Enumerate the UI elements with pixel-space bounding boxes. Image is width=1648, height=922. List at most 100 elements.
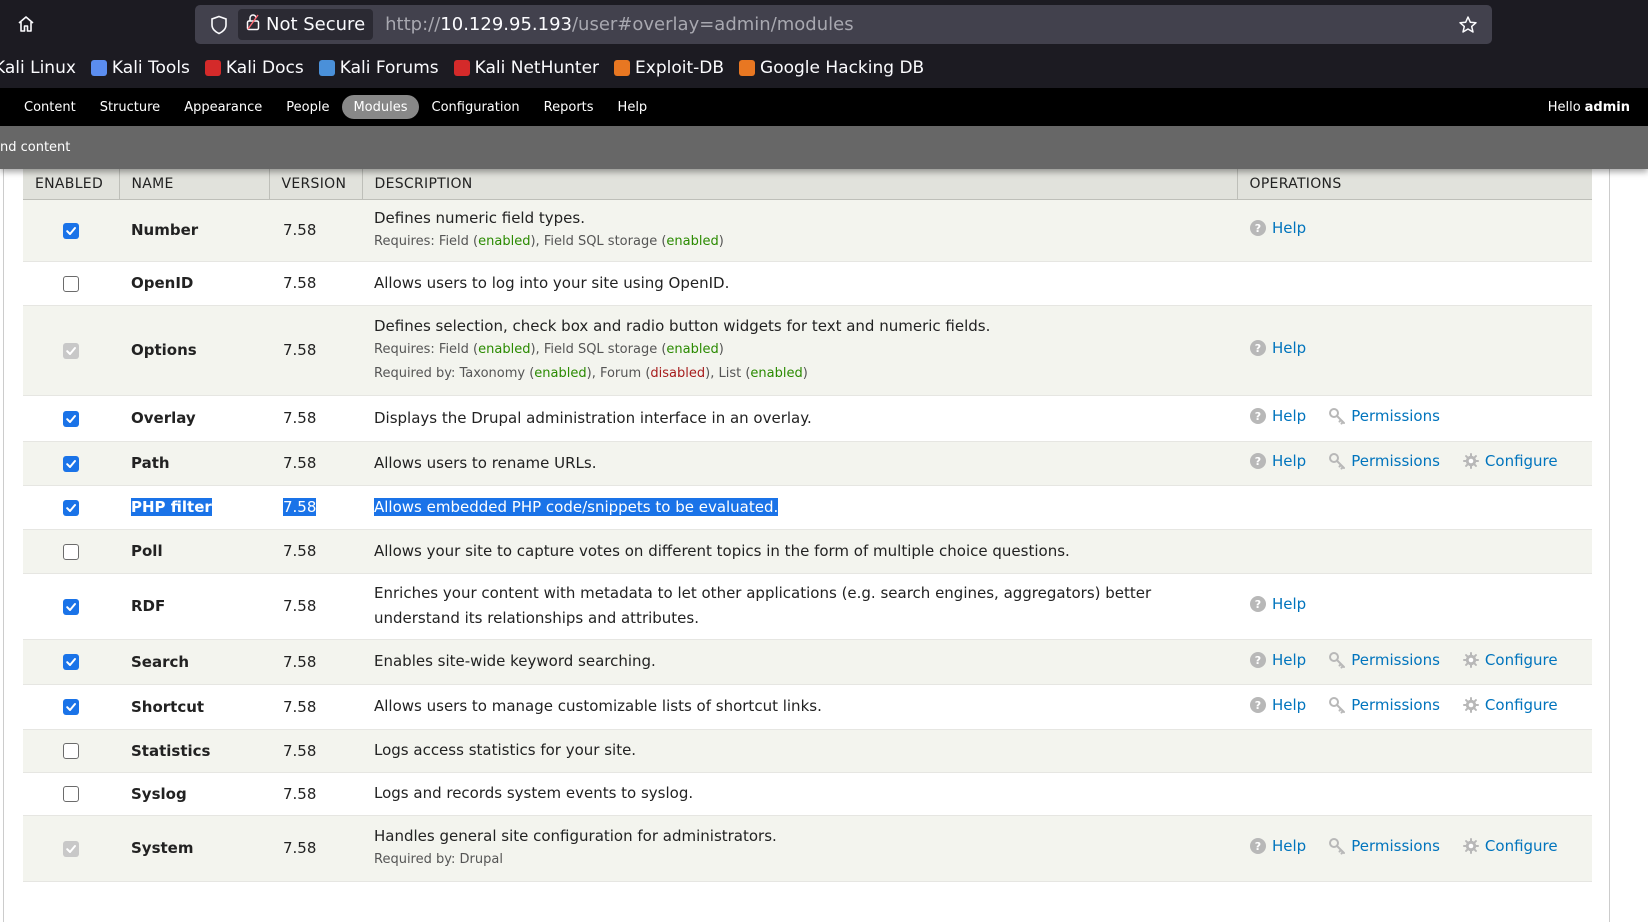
permissions-link[interactable]: Permissions	[1328, 837, 1440, 855]
bookmark-label: Kali NetHunter	[474, 58, 600, 78]
module-name: Syslog	[131, 784, 187, 803]
configure-link[interactable]: Configure	[1462, 696, 1558, 714]
bookmark-favicon-icon	[204, 60, 221, 76]
module-description: Allows users to log into your site using…	[374, 273, 730, 292]
user-greeting: Hello admin	[1548, 88, 1630, 126]
help-link[interactable]: ? Help	[1249, 219, 1306, 237]
disabled-checkbox[interactable]	[63, 275, 79, 292]
module-description: Allows users to manage customizable list…	[374, 697, 822, 716]
module-name-cell: Search	[119, 639, 269, 685]
help-link[interactable]: ? Help	[1249, 339, 1306, 357]
help-link[interactable]: ? Help	[1249, 452, 1306, 470]
bookmark-item[interactable]: Kali Tools	[90, 58, 190, 78]
permissions-link[interactable]: Permissions	[1328, 407, 1440, 425]
help-link[interactable]: ? Help	[1249, 595, 1306, 613]
toolbar-item-help[interactable]: Help	[607, 95, 659, 119]
enabled-checkbox[interactable]	[63, 222, 79, 239]
enabled-checkbox[interactable]	[63, 654, 79, 670]
module-name: System	[131, 839, 194, 857]
enabled-checkbox[interactable]	[63, 499, 79, 516]
enabled-checkbox[interactable]	[63, 699, 79, 715]
bookmark-favicon-icon	[739, 60, 756, 76]
module-version-cell: 7.58	[269, 772, 362, 816]
permissions-label: Permissions	[1351, 695, 1440, 714]
bookmark-favicon-icon	[318, 60, 335, 76]
enabled-cell	[23, 529, 119, 574]
toolbar-item-reports[interactable]: Reports	[533, 95, 605, 119]
bookmark-item[interactable]: Google Hacking DB	[739, 58, 924, 78]
module-name-cell: System	[119, 815, 269, 882]
help-link[interactable]: ? Help	[1249, 651, 1306, 669]
module-description: Enables site-wide keyword searching.	[374, 652, 656, 671]
bookmark-label: Kali Docs	[225, 58, 304, 78]
toolbar-item-structure[interactable]: Structure	[89, 95, 171, 119]
help-icon: ?	[1249, 595, 1267, 613]
module-version: 7.58	[283, 498, 317, 516]
enabled-checkbox[interactable]	[63, 410, 79, 427]
permissions-link[interactable]: Permissions	[1328, 452, 1440, 470]
module-version-cell: 7.58	[269, 305, 362, 396]
dependency-status: enabled	[666, 342, 719, 358]
help-label: Help	[1272, 695, 1307, 714]
help-label: Help	[1272, 219, 1307, 237]
header-description: DESCRIPTION	[362, 169, 1238, 200]
username-link[interactable]: admin	[1585, 100, 1630, 115]
module-description-cell: Allows users to manage customizable list…	[362, 684, 1237, 730]
module-operations-cell	[1237, 772, 1592, 816]
key-icon	[1328, 696, 1346, 714]
bookmark-label: Kali Linux	[0, 58, 76, 78]
toolbar-item-appearance[interactable]: Appearance	[173, 95, 273, 119]
bookmark-item[interactable]: Kali Forums	[318, 58, 439, 78]
module-version: 7.58	[283, 409, 317, 427]
enabled-cell	[23, 441, 119, 486]
bookmark-item[interactable]: Exploit-DB	[614, 58, 724, 78]
home-icon[interactable]	[10, 8, 42, 40]
help-icon: ?	[1249, 452, 1267, 470]
bookmark-star-icon[interactable]	[1456, 13, 1480, 37]
gear-icon	[1462, 696, 1480, 714]
module-description: Logs access statistics for your site.	[374, 741, 637, 760]
permissions-link[interactable]: Permissions	[1328, 696, 1440, 714]
toolbar-item-configuration[interactable]: Configuration	[421, 95, 531, 119]
enabled-cell	[23, 485, 119, 530]
bookmark-label: Kali Forums	[339, 58, 439, 78]
url-text[interactable]: http://10.129.95.193/user#overlay=admin/…	[385, 14, 853, 35]
toolbar-item-content[interactable]: Content	[13, 95, 87, 119]
bookmark-item[interactable]: Kali NetHunter	[453, 58, 600, 78]
gear-icon	[1462, 452, 1480, 470]
permissions-link[interactable]: Permissions	[1328, 651, 1440, 669]
dependency-name: Field	[438, 234, 469, 250]
disabled-checkbox[interactable]	[63, 743, 79, 759]
tracking-shield-icon[interactable]	[207, 13, 231, 37]
module-name-cell: Options	[119, 305, 269, 396]
configure-link[interactable]: Configure	[1462, 452, 1558, 470]
configure-link[interactable]: Configure	[1462, 651, 1558, 669]
shortcut-add-content[interactable]: nd content	[0, 140, 70, 155]
key-icon	[1328, 837, 1346, 855]
overlay-right-border	[1609, 169, 1610, 922]
url-bar[interactable]: Not Secure http://10.129.95.193/user#ove…	[195, 5, 1492, 44]
disabled-checkbox[interactable]	[63, 543, 79, 560]
help-link[interactable]: ? Help	[1249, 407, 1306, 425]
disabled-checkbox[interactable]	[63, 786, 79, 802]
required-by-label: Required by:	[374, 366, 456, 382]
module-operations-cell: ? Help	[1237, 305, 1592, 396]
module-version-cell: 7.58	[269, 529, 362, 574]
toolbar-item-people[interactable]: People	[275, 95, 340, 119]
bookmark-item[interactable]: Kali Docs	[204, 58, 304, 78]
help-label: Help	[1272, 339, 1307, 357]
module-name-cell: Overlay	[119, 395, 269, 442]
help-link[interactable]: ? Help	[1249, 837, 1306, 855]
modules-table: ENABLED NAME VERSION DESCRIPTION OPERATI…	[23, 169, 1592, 882]
bookmark-item[interactable]: Kali Linux	[0, 58, 76, 78]
module-name: Poll	[131, 542, 163, 560]
svg-text:?: ?	[1255, 598, 1261, 611]
configure-label: Configure	[1484, 452, 1558, 470]
module-name: PHP filter	[131, 498, 212, 516]
enabled-checkbox[interactable]	[63, 598, 79, 615]
site-security-indicator[interactable]: Not Secure	[238, 9, 374, 40]
configure-link[interactable]: Configure	[1462, 837, 1558, 855]
help-link[interactable]: ? Help	[1249, 696, 1306, 714]
toolbar-item-modules[interactable]: Modules	[342, 95, 419, 119]
enabled-checkbox[interactable]	[63, 455, 79, 472]
